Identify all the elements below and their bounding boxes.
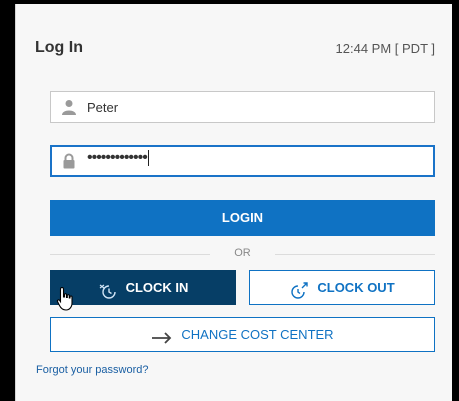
arrow-right-icon	[151, 326, 173, 344]
clock-out-icon	[289, 279, 309, 299]
clock-in-label: CLOCK IN	[125, 280, 189, 295]
user-icon	[61, 99, 77, 115]
change-cost-center-button[interactable]: CHANGE COST CENTER	[50, 317, 435, 352]
clock-in-button[interactable]: CLOCK IN	[50, 270, 236, 305]
hand-cursor-icon	[56, 286, 76, 312]
page-title: Log In	[35, 39, 83, 56]
clock-in-icon	[98, 279, 118, 299]
username-field[interactable]: Peter	[50, 91, 435, 123]
lock-icon	[61, 153, 77, 169]
current-time: 12:44 PM [ PDT ]	[335, 41, 435, 56]
forgot-password-link[interactable]: Forgot your password?	[36, 364, 149, 376]
username-value: Peter	[87, 100, 119, 115]
password-value: •••••••••••••	[87, 149, 149, 166]
clock-out-button[interactable]: CLOCK OUT	[249, 270, 435, 305]
password-field[interactable]: •••••••••••••	[50, 145, 435, 177]
login-button[interactable]: LOGIN	[50, 200, 435, 236]
login-header: Log In 12:44 PM [ PDT ]	[35, 36, 435, 60]
or-label: OR	[234, 247, 251, 259]
clock-out-label: CLOCK OUT	[317, 280, 395, 295]
or-divider: OR	[50, 246, 435, 262]
change-cost-center-label: CHANGE COST CENTER	[181, 327, 334, 342]
